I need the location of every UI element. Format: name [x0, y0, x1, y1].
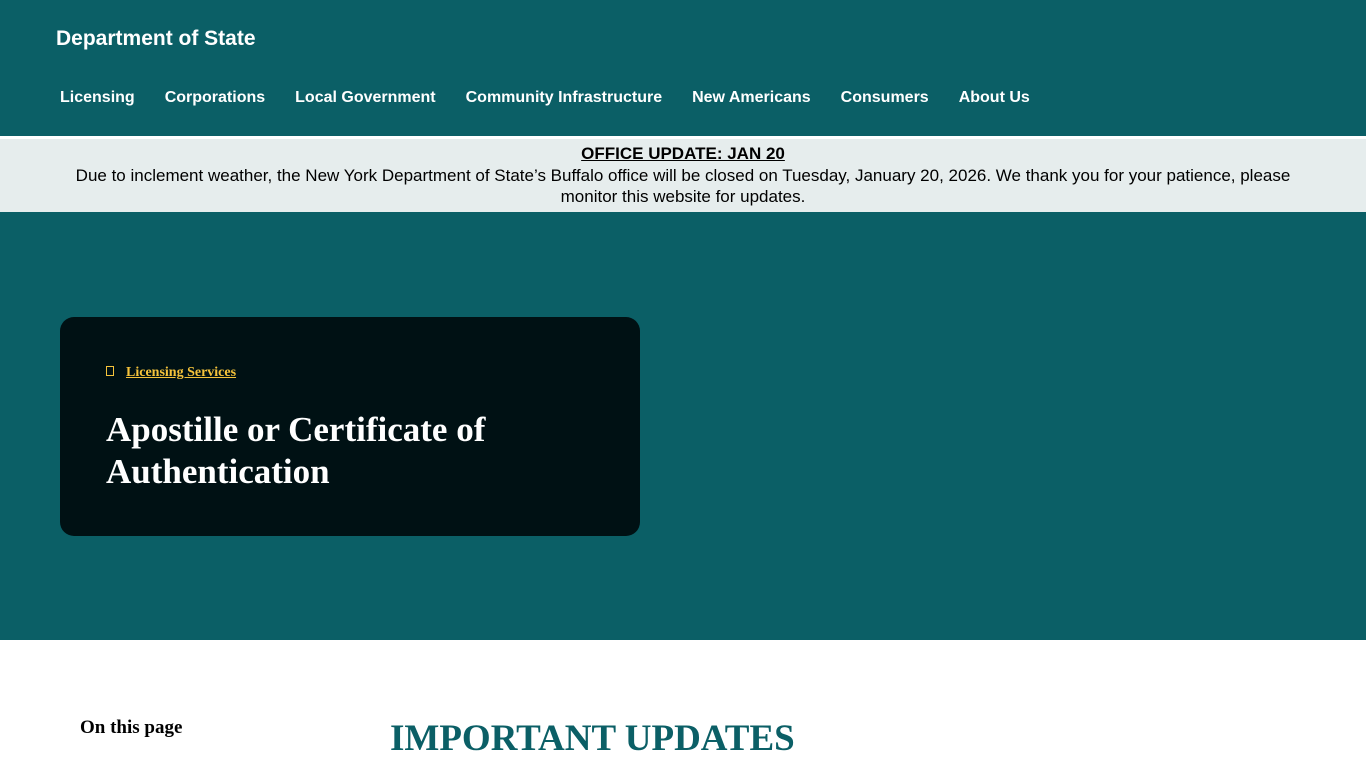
main-nav: Licensing Corporations Local Government …: [45, 84, 1045, 112]
nav-item-consumers[interactable]: Consumers: [826, 84, 944, 112]
nav-item-licensing[interactable]: Licensing: [45, 84, 150, 112]
page-title: Apostille or Certificate of Authenticati…: [106, 410, 486, 491]
breadcrumb-link-licensing-services[interactable]: Licensing Services: [126, 364, 236, 382]
hero-banner: Licensing Services Apostille or Certific…: [0, 212, 1366, 640]
nav-item-community-infrastructure[interactable]: Community Infrastructure: [451, 84, 677, 112]
alert-banner: OFFICE UPDATE: JAN 20 Due to inclement w…: [0, 139, 1366, 212]
alert-title: OFFICE UPDATE: JAN 20: [581, 144, 785, 163]
site-header: Department of State Licensing Corporatio…: [0, 0, 1366, 136]
page-icon: [106, 366, 114, 376]
breadcrumb: Licensing Services: [106, 364, 236, 382]
important-updates-heading: IMPORTANT UPDATES: [390, 718, 795, 759]
nav-item-new-americans[interactable]: New Americans: [677, 84, 826, 112]
nav-item-local-government[interactable]: Local Government: [280, 84, 450, 112]
site-title-link[interactable]: Department of State: [56, 25, 256, 53]
alert-body: Due to inclement weather, the New York D…: [75, 166, 1291, 206]
nav-item-about-us[interactable]: About Us: [944, 84, 1045, 112]
nav-item-corporations[interactable]: Corporations: [150, 84, 280, 112]
hero-card: Licensing Services Apostille or Certific…: [60, 317, 640, 536]
on-this-page-label: On this page: [80, 717, 183, 738]
